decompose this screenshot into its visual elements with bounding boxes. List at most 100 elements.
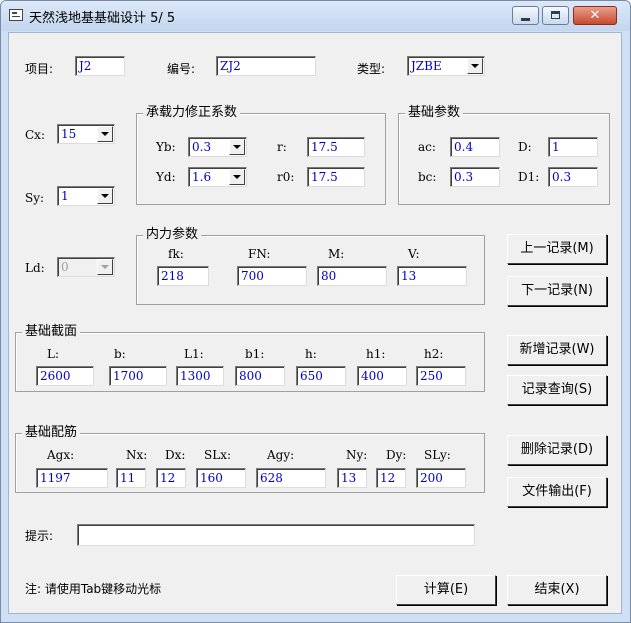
r0-label: r0:	[277, 170, 295, 184]
sy-select[interactable]: 1	[57, 186, 115, 206]
ac-label: ac:	[418, 140, 436, 154]
delete-record-button[interactable]: 删除记录(D)	[507, 435, 607, 465]
bc-label: bc:	[418, 170, 437, 184]
yb-label: Yb:	[156, 140, 176, 154]
chevron-down-icon[interactable]	[229, 169, 245, 185]
ld-select-value: 0	[61, 260, 69, 274]
yb-select-value: 0.3	[192, 140, 212, 154]
yd-select[interactable]: 1.6	[188, 167, 247, 187]
prev-record-button[interactable]: 上一记录(M)	[507, 234, 607, 264]
maximize-button[interactable]	[542, 6, 569, 25]
finish-button[interactable]: 结束(X)	[507, 575, 607, 605]
cx-select-value: 15	[61, 127, 77, 141]
agy-input[interactable]: 628	[256, 468, 326, 488]
fk-label: fk:	[168, 247, 184, 261]
query-record-button[interactable]: 记录查询(S)	[507, 375, 607, 405]
b1-label: b1:	[245, 347, 265, 361]
agy-label: Agy:	[267, 448, 295, 462]
next-record-button[interactable]: 下一记录(N)	[507, 276, 607, 306]
ny-label: Ny:	[346, 448, 368, 462]
base-params-group: 基础参数 ac: 0.4 bc: 0.3 D: 1 D1: 0.3	[398, 105, 610, 205]
bearing-coefficient-group: 承载力修正系数 Yb: 0.3 Yd: 1.6 r: 17.5 r0: 17.5	[136, 105, 386, 205]
h-input[interactable]: 650	[296, 366, 346, 386]
d-label: D:	[518, 140, 532, 154]
r-input[interactable]: 17.5	[307, 137, 365, 157]
hint-display	[77, 524, 475, 546]
ny-input[interactable]: 13	[337, 468, 367, 488]
bc-input[interactable]: 0.3	[450, 167, 500, 187]
r0-input[interactable]: 17.5	[307, 167, 365, 187]
b1-input[interactable]: 800	[235, 366, 285, 386]
project-label: 项目:	[25, 62, 54, 76]
h2-label: h2:	[424, 347, 444, 361]
v-input[interactable]: 13	[397, 266, 467, 286]
d1-label: D1:	[518, 170, 540, 184]
internal-force-group: 内力参数 fk: 218 FN: 700 M: 80 V: 13	[136, 227, 485, 305]
number-input[interactable]: ZJ2	[216, 56, 316, 76]
close-icon: ✕	[589, 8, 601, 23]
sly-input[interactable]: 200	[416, 468, 466, 488]
h1-input[interactable]: 400	[357, 366, 407, 386]
yd-label: Yd:	[156, 170, 176, 184]
calculate-button[interactable]: 计算(E)	[396, 575, 496, 605]
rebar-group-title: 基础配筋	[22, 425, 81, 441]
ld-label: Ld:	[25, 261, 45, 275]
nx-label: Nx:	[126, 448, 148, 462]
v-label: V:	[408, 247, 420, 261]
form-client-area: 项目: J2 编号: ZJ2 类型: JZBE Cx: 15 Sy: 1 Ld:…	[8, 32, 622, 614]
b-label: b:	[114, 347, 126, 361]
usage-note: 注: 请使用Tab键移动光标	[25, 582, 162, 596]
agx-input[interactable]: 1197	[36, 468, 108, 488]
yb-select[interactable]: 0.3	[188, 137, 247, 157]
chevron-down-icon[interactable]	[229, 139, 245, 155]
sly-label: SLy:	[424, 448, 451, 462]
l1-label: L1:	[184, 347, 204, 361]
type-select[interactable]: JZBE	[407, 56, 485, 76]
chevron-down-icon[interactable]	[467, 58, 483, 74]
chevron-down-icon	[97, 259, 113, 275]
fn-input[interactable]: 700	[237, 266, 307, 286]
ld-select: 0	[57, 257, 115, 277]
export-file-button[interactable]: 文件输出(F)	[507, 477, 607, 507]
d1-input[interactable]: 0.3	[548, 167, 598, 187]
h2-input[interactable]: 250	[416, 366, 466, 386]
fn-label: FN:	[248, 247, 271, 261]
slx-input[interactable]: 160	[196, 468, 246, 488]
app-window: 天然浅地基基础设计 5/ 5 ✕ 项目: J2 编号: ZJ2 类型: JZBE…	[0, 0, 631, 623]
l-label: L:	[47, 347, 60, 361]
dy-input[interactable]: 12	[376, 468, 406, 488]
force-group-title: 内力参数	[143, 227, 202, 243]
h1-label: h1:	[366, 347, 386, 361]
l1-input[interactable]: 1300	[176, 366, 224, 386]
cx-select[interactable]: 15	[57, 124, 115, 144]
nx-input[interactable]: 11	[116, 468, 146, 488]
project-input[interactable]: J2	[75, 56, 125, 76]
cx-label: Cx:	[25, 128, 45, 142]
number-label: 编号:	[167, 62, 196, 76]
base-params-title: 基础参数	[405, 105, 464, 121]
r-label: r:	[277, 140, 287, 154]
m-label: M:	[328, 247, 345, 261]
type-label: 类型:	[357, 62, 386, 76]
dx-input[interactable]: 12	[156, 468, 186, 488]
sy-label: Sy:	[25, 191, 45, 205]
type-select-value: JZBE	[411, 59, 442, 73]
l-input[interactable]: 2600	[36, 366, 94, 386]
agx-label: Agx:	[47, 448, 75, 462]
close-button[interactable]: ✕	[573, 6, 617, 25]
ac-input[interactable]: 0.4	[450, 137, 500, 157]
m-input[interactable]: 80	[317, 266, 387, 286]
hint-label: 提示:	[25, 529, 54, 543]
fk-input[interactable]: 218	[157, 266, 209, 286]
dx-label: Dx:	[165, 448, 186, 462]
d-input[interactable]: 1	[548, 137, 598, 157]
chevron-down-icon[interactable]	[97, 188, 113, 204]
minimize-button[interactable]	[512, 6, 539, 25]
add-record-button[interactable]: 新增记录(W)	[507, 335, 607, 365]
chevron-down-icon[interactable]	[97, 126, 113, 142]
maximize-icon	[551, 11, 560, 19]
bearing-group-title: 承载力修正系数	[143, 105, 241, 121]
window-title: 天然浅地基基础设计 5/ 5	[29, 11, 176, 26]
h-label: h:	[305, 347, 317, 361]
b-input[interactable]: 1700	[109, 366, 167, 386]
